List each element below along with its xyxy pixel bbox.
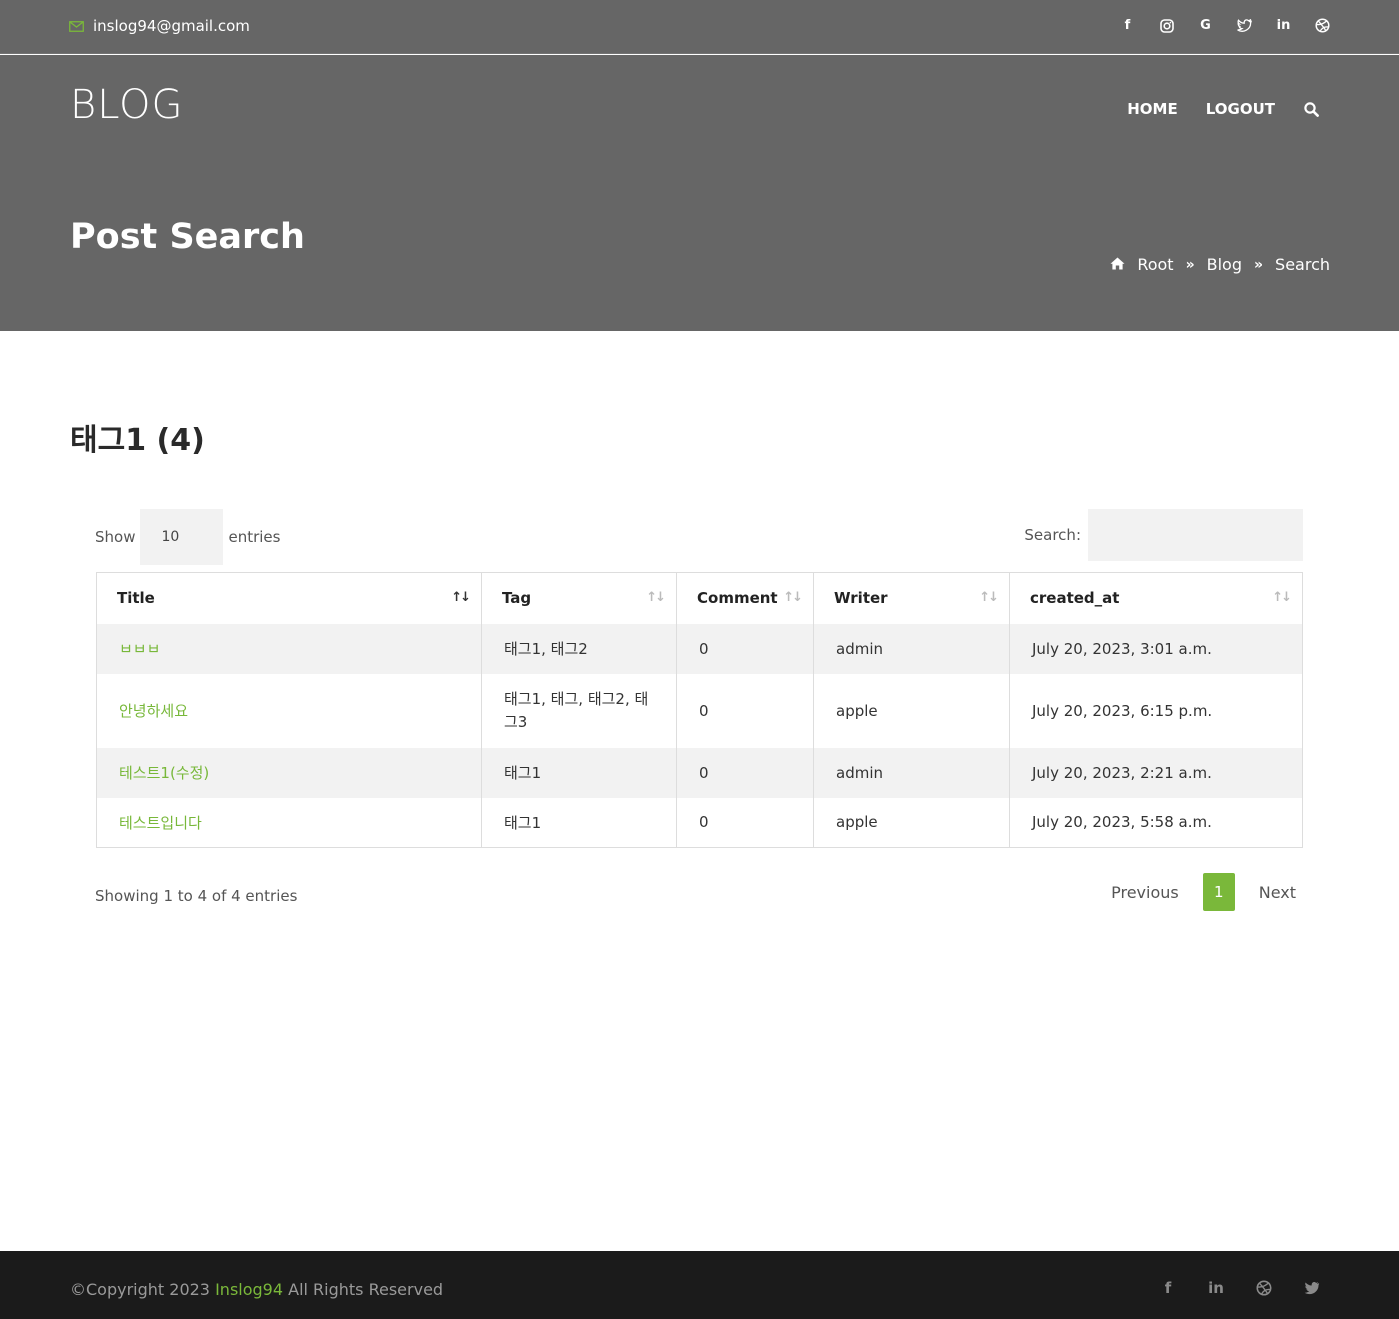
table-search-input[interactable]	[1088, 509, 1303, 561]
post-tag-cell: 태그1, 태그2	[481, 623, 677, 674]
copyright-brand-link[interactable]: Inslog94	[215, 1280, 283, 1299]
search-label: Search:	[1024, 526, 1081, 544]
twitter-icon[interactable]	[1236, 17, 1253, 34]
table-search-control: Search:	[1024, 509, 1303, 561]
nav-home[interactable]: HOME	[1127, 100, 1177, 118]
footer-social-links: f in	[1159, 1279, 1321, 1297]
post-comment-cell: 0	[676, 747, 814, 798]
post-tag-cell: 태그1, 태그, 태그2, 태그3	[481, 673, 677, 748]
post-tag-cell: 태그1	[481, 747, 677, 798]
post-comment-cell: 0	[676, 623, 814, 674]
post-tag-cell: 태그1	[481, 797, 677, 848]
post-writer-cell: admin	[813, 623, 1010, 674]
site-logo[interactable]: BLOG	[70, 82, 184, 128]
footer: ©Copyright 2023 Inslog94 All Rights Rese…	[0, 1251, 1399, 1319]
breadcrumb-root[interactable]: Root	[1137, 255, 1173, 274]
post-writer-cell: admin	[813, 747, 1010, 798]
tag-result-title: 태그1 (4)	[70, 423, 205, 458]
posts-table: Title ↑↓ Tag ↑↓ Comment ↑↓ Writer ↑↓ created…	[96, 572, 1303, 848]
linkedin-icon[interactable]: in	[1207, 1279, 1225, 1297]
table-row: 안녕하세요 태그1, 태그, 태그2, 태그3 0 apple July 20,…	[96, 673, 1303, 748]
twitter-icon[interactable]	[1303, 1279, 1321, 1297]
post-created-cell: July 20, 2023, 2:21 a.m.	[1009, 747, 1303, 798]
sort-icon: ↑↓	[979, 590, 999, 605]
entries-length-control: Show 10 entries	[95, 509, 280, 565]
hero-header: BLOG HOME LOGOUT Post Search Root » Blog…	[0, 55, 1399, 331]
facebook-icon[interactable]: f	[1159, 1279, 1177, 1297]
google-icon[interactable]: G	[1197, 17, 1214, 34]
next-page-button[interactable]: Next	[1259, 883, 1296, 902]
post-comment-cell: 0	[676, 673, 814, 748]
post-comment-cell: 0	[676, 797, 814, 848]
page-1-button[interactable]: 1	[1202, 873, 1235, 911]
post-title-cell: ㅂㅂㅂ	[96, 623, 482, 674]
top-bar: inslog94@gmail.com f G in	[0, 0, 1399, 54]
column-header-created-at[interactable]: created_at ↑↓	[1009, 572, 1303, 624]
chevron-double-right-icon: »	[1185, 256, 1195, 273]
breadcrumb: Root » Blog » Search	[1110, 255, 1330, 274]
post-title-link[interactable]: 테스트1(수정)	[119, 764, 209, 782]
post-created-cell: July 20, 2023, 5:58 a.m.	[1009, 797, 1303, 848]
post-created-cell: July 20, 2023, 3:01 a.m.	[1009, 623, 1303, 674]
email-text: inslog94@gmail.com	[93, 17, 250, 35]
column-header-title[interactable]: Title ↑↓	[96, 572, 482, 624]
post-title-link[interactable]: 테스트입니다	[119, 814, 202, 832]
sort-icon: ↑↓	[646, 590, 666, 605]
post-title-cell: 테스트입니다	[96, 797, 482, 848]
table-row: 테스트1(수정) 태그1 0 admin July 20, 2023, 2:21…	[96, 747, 1303, 798]
post-title-link[interactable]: ㅂㅂㅂ	[119, 640, 160, 658]
top-social-links: f G in	[1119, 17, 1331, 34]
page-title: Post Search	[70, 217, 305, 257]
sort-icon: ↑↓	[1272, 590, 1292, 605]
table-row: ㅂㅂㅂ 태그1, 태그2 0 admin July 20, 2023, 3:01…	[96, 623, 1303, 674]
post-title-cell: 안녕하세요	[96, 673, 482, 748]
table-info: Showing 1 to 4 of 4 entries	[95, 887, 298, 905]
dribbble-icon[interactable]	[1255, 1279, 1273, 1297]
nav-logout[interactable]: LOGOUT	[1206, 100, 1275, 118]
envelope-icon	[69, 20, 84, 32]
copyright-text: ©Copyright 2023 Inslog94 All Rights Rese…	[70, 1280, 444, 1299]
main-nav: HOME LOGOUT	[1127, 100, 1319, 118]
show-label: Show	[95, 528, 136, 546]
search-icon[interactable]	[1303, 101, 1319, 117]
breadcrumb-search: Search	[1275, 255, 1330, 274]
contact-email[interactable]: inslog94@gmail.com	[69, 17, 250, 35]
entries-per-page-select[interactable]: 10	[140, 509, 224, 565]
post-created-cell: July 20, 2023, 6:15 p.m.	[1009, 673, 1303, 748]
post-writer-cell: apple	[813, 673, 1010, 748]
breadcrumb-blog[interactable]: Blog	[1207, 255, 1242, 274]
home-icon	[1110, 255, 1125, 274]
previous-page-button[interactable]: Previous	[1111, 883, 1179, 902]
column-header-writer[interactable]: Writer ↑↓	[813, 572, 1010, 624]
facebook-icon[interactable]: f	[1119, 17, 1136, 34]
sort-icon: ↑↓	[783, 590, 803, 605]
post-writer-cell: apple	[813, 797, 1010, 848]
linkedin-icon[interactable]: in	[1275, 17, 1292, 34]
post-title-cell: 테스트1(수정)	[96, 747, 482, 798]
sort-ascending-icon: ↑↓	[451, 590, 471, 605]
post-title-link[interactable]: 안녕하세요	[119, 702, 188, 720]
column-header-comment[interactable]: Comment ↑↓	[676, 572, 814, 624]
entries-label: entries	[228, 528, 281, 546]
dribbble-icon[interactable]	[1314, 17, 1331, 34]
pagination: Previous 1 Next	[1111, 873, 1296, 911]
table-row: 테스트입니다 태그1 0 apple July 20, 2023, 5:58 a…	[96, 797, 1303, 848]
instagram-icon[interactable]	[1158, 17, 1175, 34]
chevron-double-right-icon: »	[1253, 256, 1264, 273]
column-header-tag[interactable]: Tag ↑↓	[481, 572, 677, 624]
